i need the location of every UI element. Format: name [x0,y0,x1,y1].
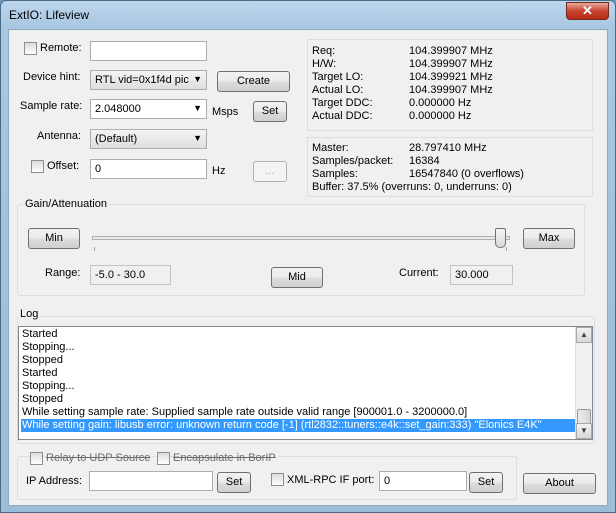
slider-tick [94,247,95,251]
device-hint-value: RTL vid=0x1f4d pic [95,74,189,86]
freq-req-label: Req: [312,45,336,57]
log-line[interactable]: Stopped [22,354,63,367]
log-line[interactable]: Started [22,367,57,380]
log-group-title: Log [18,308,41,320]
gain-slider-thumb[interactable] [494,228,506,248]
range-value: -5.0 - 30.0 [90,265,171,285]
offset-label: Offset: [47,160,80,172]
encapsulate-borip-checkbox[interactable] [157,452,170,465]
log-line[interactable]: Started [22,328,57,341]
create-button[interactable]: Create [217,71,290,92]
ip-address-input[interactable] [89,471,213,491]
window-title: ExtIO: Lifeview [9,8,90,22]
xmlrpc-set-button[interactable]: Set [469,472,503,493]
ip-set-button[interactable]: Set [217,472,251,493]
sample-rate-unit: Msps [212,106,239,118]
antenna-value: (Default) [95,133,138,145]
client-area: Remote: Device hint: RTL vid=0x1f4d pic … [8,29,608,506]
current-label: Current: [399,267,439,279]
dropdown-arrow-icon: ▼ [193,74,202,84]
xmlrpc-port-input[interactable]: 0 [379,471,467,491]
freq-target-ddc-label: Target DDC: [312,97,373,109]
close-icon: ✕ [582,3,593,18]
freq-target-ddc-value: 0.000000 Hz [409,97,472,109]
ip-address-label: IP Address: [26,475,83,487]
samples-per-packet-label: Samples/packet: [312,155,394,167]
relay-udp-checkbox[interactable] [30,452,43,465]
remote-input[interactable] [90,41,207,61]
sample-rate-label: Sample rate: [20,100,83,112]
sample-rate-set-button[interactable]: Set [253,101,287,122]
range-label: Range: [45,267,81,279]
gain-min-button[interactable]: Min [28,228,80,249]
freq-target-lo-label: Target LO: [312,71,364,83]
xmlrpc-checkbox[interactable] [271,473,284,486]
title-bar[interactable]: ExtIO: Lifeview ✕ [1,1,615,29]
freq-actual-lo-label: Actual LO: [312,84,364,96]
sample-rate-value: 2.048000 [95,103,141,115]
log-scrollbar[interactable]: ▲ ▼ [575,327,592,439]
log-line[interactable]: While setting sample rate: Supplied samp… [22,406,467,419]
offset-input[interactable]: 0 [90,159,207,179]
freq-actual-lo-value: 104.399907 MHz [409,84,493,96]
remote-checkbox[interactable] [24,42,37,55]
dropdown-arrow-icon: ▼ [193,133,202,143]
close-button[interactable]: ✕ [566,2,609,20]
gain-mid-button[interactable]: Mid [271,267,323,288]
log-line[interactable]: Stopping... [22,341,75,354]
offset-browse-button[interactable]: ... [253,161,287,182]
master-value: 28.797410 MHz [409,142,487,154]
freq-actual-ddc-label: Actual DDC: [312,110,373,122]
gain-group-title: Gain/Attenuation [23,198,109,210]
slider-tick [506,247,507,251]
log-line[interactable]: Stopping... [22,380,75,393]
scroll-down-icon[interactable]: ▼ [576,423,592,439]
master-label: Master: [312,142,349,154]
sample-rate-combo[interactable]: 2.048000 ▼ [90,99,207,119]
dropdown-arrow-icon: ▼ [193,103,202,113]
freq-actual-ddc-value: 0.000000 Hz [409,110,472,122]
gain-slider-track[interactable] [92,236,510,240]
log-listbox[interactable]: Started Stopping... Stopped Started Stop… [18,326,593,440]
log-line-selected[interactable]: While setting gain: libusb error: unknow… [21,419,577,432]
extio-window: ExtIO: Lifeview ✕ Remote: Device hint: R… [0,0,616,513]
antenna-label: Antenna: [37,130,82,142]
antenna-combo[interactable]: (Default) ▼ [90,129,207,149]
device-hint-combo[interactable]: RTL vid=0x1f4d pic ▼ [90,70,207,90]
stats-panel: Master: 28.797410 MHz Samples/packet: 16… [307,137,593,197]
samples-value: 16547840 (0 overflows) [409,168,524,180]
freq-hw-label: H/W: [312,58,337,70]
relay-udp-label: Relay to UDP Source [46,452,153,464]
gain-max-button[interactable]: Max [523,228,575,249]
freq-req-value: 104.399907 MHz [409,45,493,57]
scroll-up-icon[interactable]: ▲ [576,327,592,343]
encapsulate-borip-label: Encapsulate in BorIP [173,452,278,464]
log-line[interactable]: Stopped [22,393,63,406]
device-hint-label: Device hint: [23,71,81,83]
current-value: 30.000 [450,265,513,285]
xmlrpc-port-label: XML-RPC IF port: [287,474,375,486]
frequency-info-panel: Req: 104.399907 MHz H/W: 104.399907 MHz … [307,39,593,131]
offset-checkbox[interactable] [31,160,44,173]
buffer-status: Buffer: 37.5% (overruns: 0, underruns: 0… [312,181,512,193]
samples-per-packet-value: 16384 [409,155,440,167]
about-button[interactable]: About [523,473,596,494]
remote-label: Remote: [40,42,82,54]
scroll-thumb[interactable] [577,409,591,424]
samples-label: Samples: [312,168,358,180]
freq-hw-value: 104.399907 MHz [409,58,493,70]
offset-unit: Hz [212,165,226,177]
freq-target-lo-value: 104.399921 MHz [409,71,493,83]
